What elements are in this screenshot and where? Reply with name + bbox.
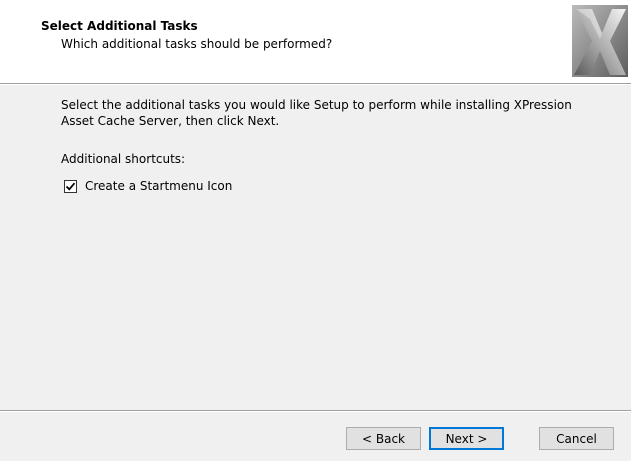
next-button[interactable]: Next > <box>429 427 504 450</box>
xpression-x-logo-icon <box>572 5 628 77</box>
footer-divider <box>0 410 631 412</box>
startmenu-icon-checkbox[interactable] <box>64 179 77 193</box>
page-title: Select Additional Tasks <box>41 19 198 33</box>
additional-shortcuts-label: Additional shortcuts: <box>61 152 186 166</box>
instruction-text: Select the additional tasks you would li… <box>61 97 606 129</box>
startmenu-icon-label[interactable]: Create a Startmenu Icon <box>85 179 232 193</box>
back-button[interactable]: < Back <box>346 427 421 450</box>
task-startmenu-icon[interactable]: Create a Startmenu Icon <box>64 178 232 194</box>
page-subtitle: Which additional tasks should be perform… <box>61 37 333 51</box>
checkmark-icon <box>65 182 76 191</box>
header-divider <box>0 83 631 85</box>
instruction-line-2: Asset Cache Server, then click Next. <box>61 114 280 128</box>
wizard-header: Select Additional Tasks Which additional… <box>0 0 631 83</box>
instruction-line-1: Select the additional tasks you would li… <box>61 98 572 112</box>
cancel-button[interactable]: Cancel <box>539 427 614 450</box>
